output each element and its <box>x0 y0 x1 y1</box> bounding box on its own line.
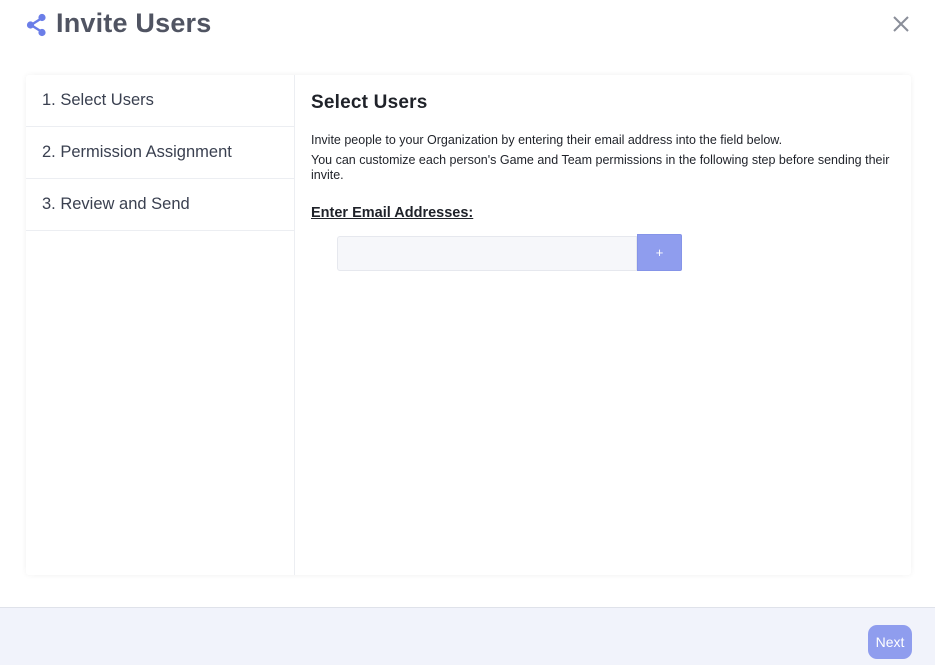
email-label: Enter Email Addresses: <box>311 205 474 221</box>
modal-header: Invite Users <box>0 0 935 52</box>
wizard-steps: 1. Select Users 2. Permission Assignment… <box>26 75 295 575</box>
share-icon <box>26 13 48 37</box>
description-line: You can customize each person's Game and… <box>311 152 890 183</box>
description-line: Invite people to your Organization by en… <box>311 133 783 147</box>
step-select-users[interactable]: 1. Select Users <box>26 75 294 127</box>
close-icon[interactable] <box>889 12 913 36</box>
step-review-and-send[interactable]: 3. Review and Send <box>26 179 294 231</box>
wizard-card: 1. Select Users 2. Permission Assignment… <box>26 75 911 575</box>
add-email-button[interactable]: + <box>637 234 682 271</box>
modal-footer: Next <box>0 607 935 665</box>
step-permission-assignment[interactable]: 2. Permission Assignment <box>26 127 294 179</box>
description: Invite people to your Organization by en… <box>311 133 901 184</box>
section-title: Select Users <box>311 92 428 113</box>
next-button[interactable]: Next <box>868 625 912 659</box>
step-content: Select Users Invite people to your Organ… <box>295 75 911 575</box>
page-title: Invite Users <box>56 8 212 38</box>
email-input[interactable] <box>337 236 637 271</box>
